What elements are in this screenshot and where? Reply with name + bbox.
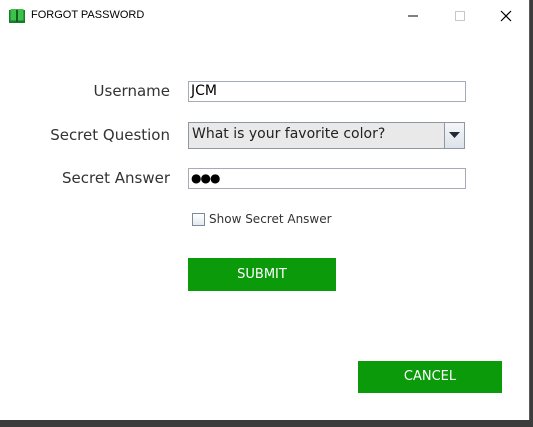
username-input[interactable]: JCM [188, 81, 466, 102]
minimize-button[interactable] [390, 0, 436, 32]
submit-button[interactable]: SUBMIT [188, 258, 336, 291]
chevron-down-icon [449, 132, 460, 138]
show-secret-answer-checkbox[interactable] [192, 213, 205, 226]
username-value: JCM [191, 83, 217, 99]
title-bar[interactable]: FORGOT PASSWORD [0, 0, 529, 32]
secret-question-label: Secret Question [50, 126, 170, 144]
book-icon [9, 8, 25, 23]
dropdown-button[interactable] [444, 123, 464, 148]
close-icon [500, 10, 512, 22]
secret-answer-input[interactable]: ●●● [188, 168, 466, 189]
secret-answer-masked-value: ●●● [191, 171, 220, 185]
secret-answer-label: Secret Answer [62, 169, 170, 187]
show-secret-answer-label[interactable]: Show Secret Answer [209, 212, 332, 226]
maximize-button[interactable] [437, 0, 483, 32]
forgot-password-window: FORGOT PASSWORD Username JCM Secret Ques… [0, 0, 530, 420]
username-label: Username [93, 82, 170, 100]
secret-question-select[interactable]: What is your favorite color? [188, 122, 465, 149]
maximize-icon [455, 11, 465, 21]
close-button[interactable] [483, 0, 529, 32]
minimize-icon [408, 15, 418, 17]
window-title: FORGOT PASSWORD [31, 9, 145, 21]
secret-question-value: What is your favorite color? [192, 126, 386, 142]
cancel-button[interactable]: CANCEL [358, 361, 502, 393]
